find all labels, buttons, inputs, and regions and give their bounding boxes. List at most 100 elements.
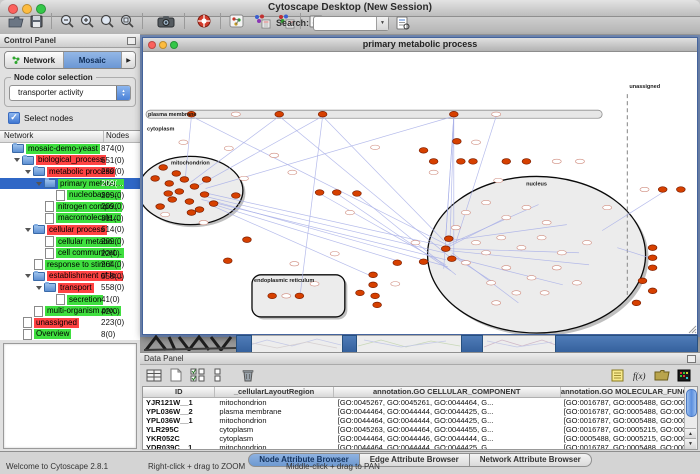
graph-node-selected[interactable] [638,278,647,284]
graph-node-selected[interactable] [369,272,378,278]
graph-node-unselected[interactable] [371,145,380,149]
background-window[interactable] [236,335,344,353]
graph-node-unselected[interactable] [161,212,170,216]
graph-node-selected[interactable] [419,148,428,154]
table-row[interactable]: YPL036W__1mitochondrion[GO:0044464, GO:0… [143,416,685,425]
graph-node-selected[interactable] [677,187,686,193]
graph-node-unselected[interactable] [492,112,501,116]
tree-row[interactable]: nucleobase-...209(0) [0,189,140,201]
tree-expander-icon[interactable] [36,286,42,290]
graph-node-selected[interactable] [202,177,211,183]
graph-node-unselected[interactable] [471,140,480,144]
graph-node-unselected[interactable] [512,291,521,295]
graph-node-selected[interactable] [449,111,458,117]
graph-node-selected[interactable] [373,302,382,308]
graph-node-unselected[interactable] [482,200,491,204]
attribute-matrix-button[interactable] [675,368,692,383]
zoom-in-button[interactable] [77,11,97,31]
tree-row[interactable]: metabolic process280(0) [0,166,140,178]
graph-node-selected[interactable] [295,293,304,299]
graph-node-selected[interactable] [172,171,181,177]
graph-node-selected[interactable] [502,159,511,165]
import-vizmap-button[interactable] [252,11,272,31]
tree-row[interactable]: primary metabo...209(... [0,178,140,190]
graph-node-selected[interactable] [419,259,428,265]
graph-node-selected[interactable] [209,201,218,207]
graph-node-selected[interactable] [315,190,324,196]
graph-node-selected[interactable] [356,290,365,296]
graph-node-unselected[interactable] [482,251,491,255]
graph-node-unselected[interactable] [282,294,291,298]
background-window[interactable] [355,335,463,353]
graph-node-unselected[interactable] [494,178,503,182]
graph-node-selected[interactable] [648,245,657,251]
resize-grip-icon[interactable] [687,324,697,334]
network-view-button[interactable] [226,11,246,31]
tree-row[interactable]: secretion41(0) [0,294,140,306]
graph-node-selected[interactable] [332,190,341,196]
graph-node-unselected[interactable] [552,266,561,270]
graph-node-selected[interactable] [180,177,189,183]
graph-node-selected[interactable] [648,255,657,261]
network-canvas[interactable]: plasma membranecytoplasmmitochondrionnuc… [143,52,697,334]
table-column-header[interactable]: annotation.GO CELLULAR_COMPONENT [334,387,561,397]
zoom-out-button[interactable] [57,11,77,31]
search-options-button[interactable] [393,13,413,33]
graph-node-unselected[interactable] [517,245,526,249]
snapshot-button[interactable] [156,11,176,31]
graph-node-selected[interactable] [429,159,438,165]
table-row[interactable]: YPL036W__2plasma membrane[GO:0044464, GO… [143,407,685,416]
graph-node-selected[interactable] [658,187,667,193]
new-attribute-button[interactable] [167,368,184,383]
graph-node-unselected[interactable] [290,262,299,266]
graph-node-unselected[interactable] [451,225,460,229]
tree-row[interactable]: mosaic-demo-yeast874(0) [0,143,140,155]
graph-node-unselected[interactable] [345,210,354,214]
network-view-window[interactable]: primary metabolic process plasma membran… [142,37,698,335]
graph-node-unselected[interactable] [461,261,470,265]
graph-node-selected[interactable] [223,258,232,264]
tree-expander-icon[interactable] [36,182,42,186]
region-plasma-membrane[interactable] [146,110,602,118]
graph-node-selected[interactable] [457,159,466,165]
graph-node-selected[interactable] [469,159,478,165]
table-column-header[interactable]: _cellularLayoutRegion [215,387,333,397]
table-row[interactable]: YJR121W__1mitochondrion[GO:0045267, GO:0… [143,398,685,407]
graph-node-selected[interactable] [165,181,174,187]
chevron-down-icon[interactable]: ▼ [376,17,388,30]
tab-overflow-button[interactable]: ▶ [122,52,135,68]
attribute-select-button[interactable] [145,368,162,383]
graph-node-selected[interactable] [632,300,641,306]
graph-node-selected[interactable] [648,265,657,271]
background-window-titlebar[interactable] [236,335,252,353]
graph-node-unselected[interactable] [527,276,536,280]
graph-node-selected[interactable] [371,293,380,299]
graph-node-unselected[interactable] [270,153,279,157]
graph-node-selected[interactable] [447,256,456,262]
graph-node-unselected[interactable] [224,146,233,150]
graph-node-selected[interactable] [159,165,168,171]
scroll-down-icon[interactable]: ▼ [685,438,696,449]
graph-node-selected[interactable] [231,193,240,199]
notepad-button[interactable] [609,368,626,383]
graph-node-unselected[interactable] [522,205,531,209]
tree-row[interactable]: transport558(0) [0,282,140,294]
graph-node-unselected[interactable] [575,159,584,163]
graph-node-unselected[interactable] [179,140,188,144]
graph-node-selected[interactable] [164,191,173,197]
graph-node-selected[interactable] [318,111,327,117]
background-window-titlebar[interactable] [342,335,357,353]
graph-node-selected[interactable] [168,197,177,203]
graph-node-unselected[interactable] [411,240,420,244]
table-row[interactable]: YKR052Ccytoplasm[GO:0044464, GO:0044446,… [143,434,685,443]
graph-node-unselected[interactable] [537,235,546,239]
graph-node-selected[interactable] [151,176,160,182]
tree-expander-icon[interactable] [25,274,31,278]
tree-row[interactable]: unassigned223(0) [0,317,140,329]
graph-node-unselected[interactable] [640,187,649,191]
birdseye-view-panel[interactable] [3,343,137,449]
graph-node-unselected[interactable] [231,112,240,116]
tab-network-attribute-browser[interactable]: Network Attribute Browser [470,453,592,467]
graph-node-unselected[interactable] [461,210,470,214]
graph-node-selected[interactable] [353,191,362,197]
